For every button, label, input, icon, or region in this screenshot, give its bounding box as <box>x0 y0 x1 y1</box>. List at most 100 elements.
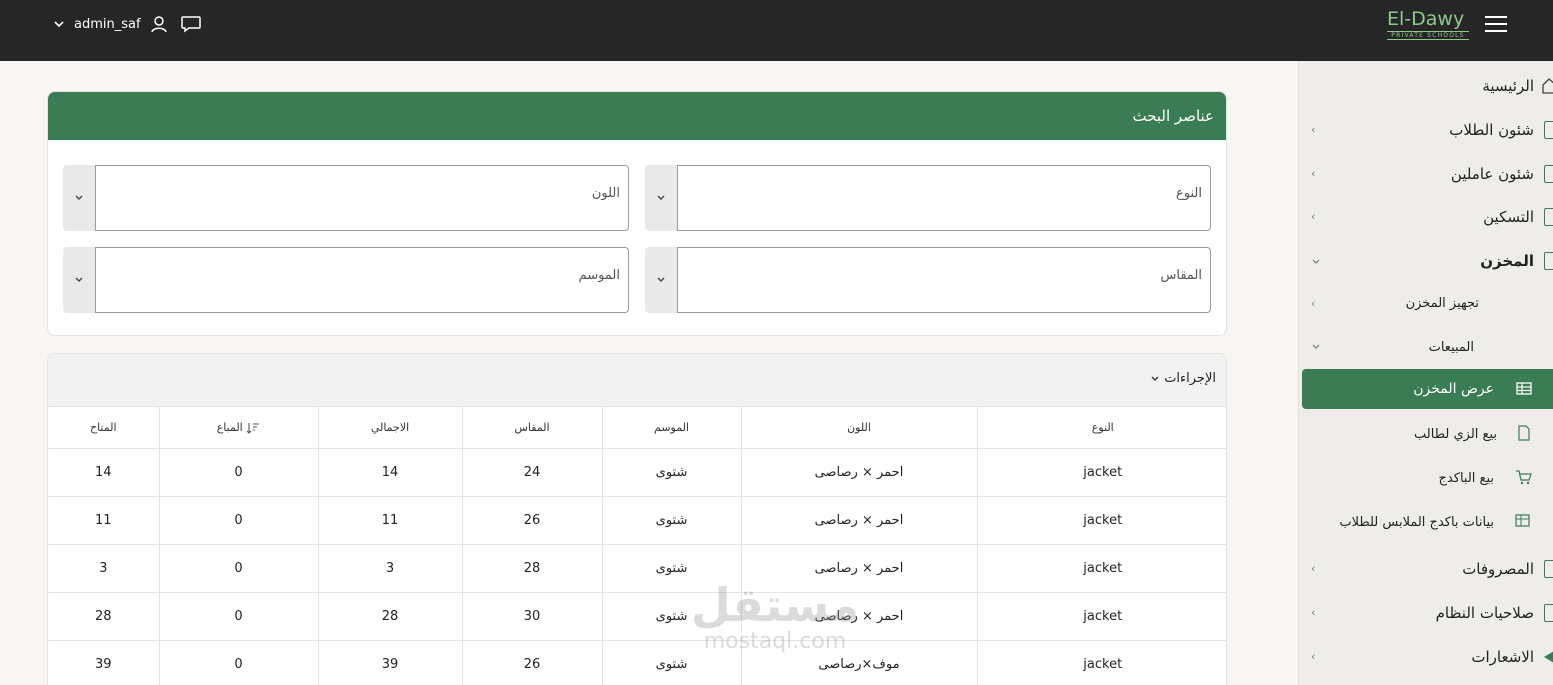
sidebar-item-warehouse[interactable]: المخزن <box>1299 246 1553 276</box>
cell-available: 14 <box>48 448 160 497</box>
username: admin_saf <box>74 16 141 32</box>
table-row: 11 0 11 26 شتوى احمر × رصاصى jacket <box>48 496 1226 545</box>
cell-total: 39 <box>318 640 463 685</box>
actions-dropdown[interactable]: الإجراءات <box>1150 371 1216 386</box>
logo[interactable]: El-Dawy PRIVATE SCHOOLS <box>1387 8 1469 42</box>
chevron-down-icon <box>1151 376 1159 381</box>
sidebar-item-housing[interactable]: ‹ التسكين <box>1299 202 1553 232</box>
user-menu[interactable]: admin_saf <box>52 13 169 35</box>
sidebar-item-label: بيع الزي لطالب <box>1414 426 1497 442</box>
sidebar-item-employees[interactable]: ‹ شئون عاملين <box>1299 159 1553 189</box>
cell-sold: 0 <box>159 640 319 685</box>
sidebar-item-sell-uniform[interactable]: بيع الزي لطالب <box>1299 419 1553 449</box>
sidebar-item-label: الاشعارات <box>1471 648 1534 666</box>
table-row: 3 0 3 28 شتوى احمر × رصاصى jacket <box>48 544 1226 593</box>
chevron-down-icon[interactable] <box>645 247 677 313</box>
cell-color: احمر × رصاصى <box>741 448 978 497</box>
table-row: 39 0 39 26 شتوى موف×رصاصى jacket <box>48 640 1226 685</box>
column-size[interactable]: المقاس <box>462 407 603 449</box>
cell-sold: 0 <box>159 496 319 545</box>
folder-icon <box>1544 252 1553 270</box>
top-bar: admin_saf El-Dawy PRIVATE SCHOOLS <box>0 0 1553 61</box>
sidebar-item-package-data[interactable]: بيانات باكدج الملابس للطلاب <box>1299 507 1553 537</box>
logo-text: El-Dawy <box>1387 8 1465 30</box>
sidebar-item-permissions[interactable]: ‹ صلاحيات النظام <box>1299 598 1553 628</box>
table-chart-icon <box>1515 514 1530 527</box>
column-available[interactable]: المتاح <box>48 407 160 449</box>
sidebar-item-label: شئون الطلاب <box>1449 121 1534 139</box>
chevron-left-icon: ‹ <box>1311 123 1316 136</box>
sidebar-item-sell-package[interactable]: بيع الباكدج <box>1299 463 1553 493</box>
cell-size: 26 <box>462 496 603 545</box>
cell-season: شتوى <box>602 640 742 685</box>
sidebar-item-view-warehouse[interactable]: عرض المخزن <box>1302 369 1553 409</box>
search-panel: عناصر البحث النوع اللون المقاس الموسم <box>47 91 1227 336</box>
chevron-left-icon: ‹ <box>1311 650 1316 663</box>
size-placeholder: المقاس <box>1160 268 1203 283</box>
chevron-left-icon: ‹ <box>1311 296 1316 310</box>
sidebar-item-label: تجهيز المخزن <box>1405 295 1479 311</box>
season-placeholder: الموسم <box>578 268 620 283</box>
color-select[interactable]: اللون <box>63 165 630 231</box>
sidebar-item-home[interactable]: الرئيسية <box>1299 71 1553 101</box>
size-select[interactable]: المقاس <box>645 247 1211 313</box>
table-icon <box>1516 382 1532 395</box>
cell-size: 30 <box>462 592 603 641</box>
cell-color: موف×رصاصى <box>741 640 978 685</box>
sidebar: الرئيسية ‹ شئون الطلاب ‹ شئون عاملين ‹ ا… <box>1298 61 1553 685</box>
column-sold-label: المباع <box>216 420 243 434</box>
sidebar-item-students[interactable]: ‹ شئون الطلاب <box>1299 115 1553 145</box>
cell-size: 26 <box>462 640 603 685</box>
cell-color: احمر × رصاصى <box>741 592 978 641</box>
type-select[interactable]: النوع <box>645 165 1211 231</box>
chevron-down-icon[interactable] <box>63 247 95 313</box>
table-toolbar: الإجراءات <box>48 354 1226 407</box>
chevron-down-icon[interactable] <box>645 165 677 231</box>
column-total[interactable]: الاجمالي <box>318 407 463 449</box>
user-icon <box>150 16 167 33</box>
sidebar-item-label: بيع الباكدج <box>1438 470 1494 486</box>
type-placeholder: النوع <box>1176 186 1202 201</box>
inventory-table-panel: الإجراءات المتاح المباع الاجمالي المقاس … <box>47 353 1227 685</box>
home-icon <box>1542 78 1553 94</box>
sidebar-item-label: بيانات باكدج الملابس للطلاب <box>1339 514 1494 530</box>
cell-type: jacket <box>977 496 1226 545</box>
cell-season: شتوى <box>602 544 742 593</box>
chevron-down-icon <box>1312 259 1320 264</box>
column-type[interactable]: النوع <box>977 407 1226 449</box>
sidebar-item-label: صلاحيات النظام <box>1435 604 1534 622</box>
cell-available: 28 <box>48 592 160 641</box>
folder-icon <box>1544 121 1553 139</box>
chevron-down-icon[interactable] <box>63 165 95 231</box>
sidebar-item-sales[interactable]: المبيعات <box>1299 332 1553 362</box>
cell-color: احمر × رصاصى <box>741 544 978 593</box>
cell-type: jacket <box>977 448 1226 497</box>
cell-available: 3 <box>48 544 160 593</box>
search-panel-title: عناصر البحث <box>1132 107 1214 125</box>
column-sold[interactable]: المباع <box>159 407 319 449</box>
sort-icon[interactable] <box>246 422 260 434</box>
cell-season: شتوى <box>602 496 742 545</box>
season-select[interactable]: الموسم <box>63 247 630 313</box>
column-color[interactable]: اللون <box>741 407 978 449</box>
chat-icon[interactable] <box>180 14 202 34</box>
column-season[interactable]: الموسم <box>602 407 742 449</box>
chevron-left-icon: ‹ <box>1311 210 1316 223</box>
cell-total: 28 <box>318 592 463 641</box>
document-icon <box>1518 425 1530 441</box>
cell-season: شتوى <box>602 592 742 641</box>
sidebar-item-warehouse-setup[interactable]: ‹ تجهيز المخزن <box>1299 288 1553 318</box>
cell-sold: 0 <box>159 544 319 593</box>
sidebar-item-expenses[interactable]: ‹ المصروفات <box>1299 554 1553 584</box>
cell-sold: 0 <box>159 448 319 497</box>
table-row: 28 0 28 30 شتوى احمر × رصاصى jacket <box>48 592 1226 641</box>
cell-total: 3 <box>318 544 463 593</box>
sidebar-item-notifications[interactable]: ‹ الاشعارات <box>1299 642 1553 672</box>
chevron-left-icon: ‹ <box>1311 606 1316 619</box>
hamburger-menu-icon[interactable] <box>1485 16 1507 32</box>
cell-available: 39 <box>48 640 160 685</box>
send-icon <box>1544 651 1553 663</box>
actions-label: الإجراءات <box>1164 371 1216 386</box>
color-placeholder: اللون <box>591 186 620 201</box>
table-row: 14 0 14 24 شتوى احمر × رصاصى jacket <box>48 448 1226 497</box>
